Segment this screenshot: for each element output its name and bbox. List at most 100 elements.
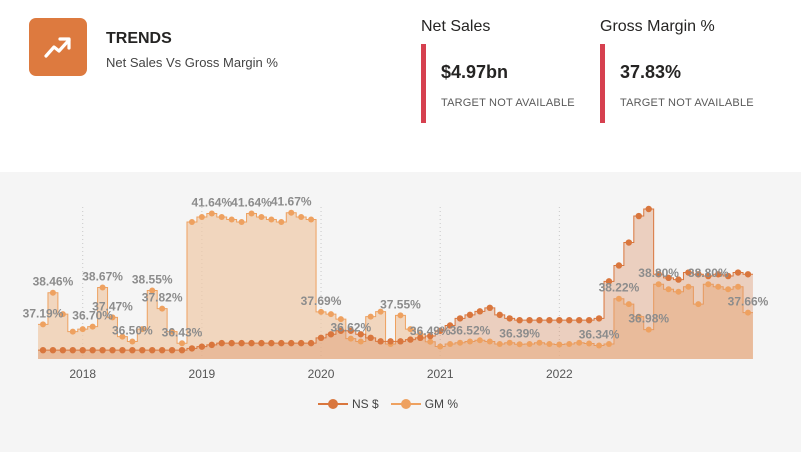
gm-point[interactable] <box>327 311 334 318</box>
ns-point[interactable] <box>168 346 176 354</box>
ns-point[interactable] <box>744 271 752 278</box>
gm-point[interactable] <box>655 281 662 288</box>
gm-point[interactable] <box>367 313 374 320</box>
ns-point[interactable] <box>69 346 76 354</box>
ns-point[interactable] <box>585 316 593 324</box>
ns-point[interactable] <box>397 338 404 345</box>
ns-point[interactable] <box>546 316 553 324</box>
ns-point[interactable] <box>228 339 235 347</box>
ns-point[interactable] <box>268 339 275 347</box>
ns-point[interactable] <box>218 339 225 347</box>
gm-point[interactable] <box>675 288 682 295</box>
ns-point[interactable] <box>208 341 216 349</box>
ns-point[interactable] <box>79 346 86 354</box>
ns-point[interactable] <box>258 339 265 347</box>
ns-point[interactable] <box>178 346 186 354</box>
ns-point[interactable] <box>734 269 742 276</box>
gm-point[interactable] <box>516 341 523 348</box>
ns-point[interactable] <box>317 334 325 342</box>
ns-point[interactable] <box>377 338 384 345</box>
gm-point[interactable] <box>645 326 652 333</box>
ns-point[interactable] <box>367 334 374 342</box>
ns-point[interactable] <box>99 346 106 354</box>
ns-point[interactable] <box>635 212 642 220</box>
kpi-card-gross-margin[interactable]: Gross Margin % 37.83% TARGET NOT AVAILAB… <box>600 0 770 130</box>
gm-point[interactable] <box>40 321 46 328</box>
gm-point[interactable] <box>49 289 56 296</box>
ns-point[interactable] <box>278 339 285 347</box>
gm-point[interactable] <box>99 284 106 291</box>
ns-point[interactable] <box>129 346 136 354</box>
ns-point[interactable] <box>109 346 116 354</box>
gm-point[interactable] <box>238 218 245 225</box>
gm-point[interactable] <box>427 338 434 345</box>
gm-point[interactable] <box>695 301 702 308</box>
ns-point[interactable] <box>188 345 196 352</box>
gm-point[interactable] <box>457 339 464 346</box>
ns-point[interactable] <box>198 343 206 350</box>
gm-point[interactable] <box>79 326 86 333</box>
ns-point[interactable] <box>49 346 57 354</box>
gm-point[interactable] <box>89 323 96 330</box>
ns-point[interactable] <box>645 205 652 213</box>
gm-point[interactable] <box>615 295 622 302</box>
gm-point[interactable] <box>526 341 533 348</box>
legend-item-ns[interactable]: NS $ <box>318 397 379 411</box>
gm-point[interactable] <box>208 210 215 217</box>
gm-point[interactable] <box>705 281 712 288</box>
ns-point[interactable] <box>39 346 47 354</box>
ns-point[interactable] <box>288 339 295 347</box>
ns-point[interactable] <box>387 338 394 345</box>
gm-point[interactable] <box>496 341 503 348</box>
ns-point[interactable] <box>238 339 245 347</box>
ns-point[interactable] <box>466 311 474 319</box>
gm-point[interactable] <box>218 213 225 220</box>
gm-point[interactable] <box>298 213 305 220</box>
ns-point[interactable] <box>248 339 255 347</box>
ns-point[interactable] <box>297 339 305 347</box>
gm-point[interactable] <box>566 341 573 348</box>
gm-point[interactable] <box>198 213 205 220</box>
gm-point[interactable] <box>466 338 473 345</box>
gm-point[interactable] <box>506 339 513 346</box>
gm-point[interactable] <box>447 341 454 348</box>
gm-point[interactable] <box>179 340 186 347</box>
gm-point[interactable] <box>357 338 364 345</box>
ns-point[interactable] <box>566 316 573 324</box>
gm-point[interactable] <box>476 337 483 344</box>
ns-point[interactable] <box>595 315 603 322</box>
ns-point[interactable] <box>89 346 96 354</box>
kpi-card-net-sales[interactable]: Net Sales $4.97bn TARGET NOT AVAILABLE <box>421 0 591 130</box>
gm-point[interactable] <box>437 343 444 350</box>
gm-point[interactable] <box>308 216 315 223</box>
gm-point[interactable] <box>159 305 166 312</box>
gm-point[interactable] <box>546 341 553 348</box>
ns-point[interactable] <box>556 316 563 324</box>
gm-point[interactable] <box>258 213 265 220</box>
gm-point[interactable] <box>665 286 672 293</box>
ns-point[interactable] <box>526 316 533 324</box>
gm-point[interactable] <box>318 308 325 315</box>
ns-point[interactable] <box>516 316 523 324</box>
ns-point[interactable] <box>575 316 583 324</box>
gm-point[interactable] <box>625 301 632 308</box>
gm-point[interactable] <box>397 312 404 319</box>
ns-point[interactable] <box>536 316 543 324</box>
ns-point[interactable] <box>307 339 315 347</box>
ns-point[interactable] <box>476 308 484 315</box>
gm-point[interactable] <box>129 338 136 345</box>
ns-point[interactable] <box>615 262 623 269</box>
gm-point[interactable] <box>605 341 612 348</box>
gm-point[interactable] <box>745 309 751 316</box>
gm-point[interactable] <box>685 283 692 290</box>
gm-point[interactable] <box>188 218 195 225</box>
gm-point[interactable] <box>278 218 285 225</box>
gm-point[interactable] <box>288 209 295 216</box>
gm-point[interactable] <box>596 342 603 349</box>
gm-point[interactable] <box>248 210 255 217</box>
gm-point[interactable] <box>486 338 493 345</box>
gm-point[interactable] <box>735 283 742 290</box>
gm-point[interactable] <box>228 216 235 223</box>
ns-point[interactable] <box>456 315 464 322</box>
gm-point[interactable] <box>268 216 275 223</box>
